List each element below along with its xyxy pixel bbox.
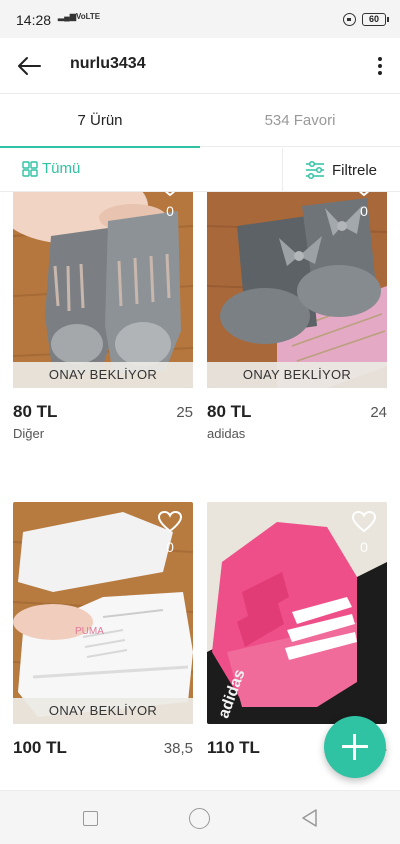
like-count: 0 [166,539,174,555]
like-count: 0 [360,539,368,555]
heart-icon [351,510,377,533]
more-vert-icon [378,57,382,75]
grid-icon [22,160,38,177]
like-button[interactable]: 0 [157,192,183,219]
heart-icon [358,192,370,197]
product-size: 38,5 [163,740,193,757]
all-button[interactable]: Tümü [22,160,80,177]
puma-logo: PUMA [75,626,104,637]
status-badge: ONAY BEKLİYOR [207,362,387,388]
status-time: 14:28 [16,12,52,28]
filter-button[interactable]: Filtrele [305,160,377,180]
all-label: Tümü [42,160,81,177]
network-label: VoLTE [75,12,101,21]
sliders-icon [306,160,324,180]
product-card[interactable]: 0 ONAY BEKLİYOR 80 TL 25 Diğer [13,192,193,441]
arrow-left-icon [18,57,41,75]
product-price: 80 TL [207,402,252,421]
heart-icon [164,192,176,197]
status-bar: 14:28 ▂▄▆VoLTE 60 [0,0,400,38]
filter-divider [282,148,283,192]
like-count: 0 [360,203,368,219]
product-price: 80 TL [13,402,58,421]
page-title: nurlu3434 [70,55,146,72]
network-icon: ▂▄▆VoLTE [58,12,101,21]
more-options-button[interactable] [370,50,390,82]
recent-apps-button[interactable] [83,811,98,826]
product-image[interactable]: 0 ONAY BEKLİYOR [13,192,193,388]
nav-back-button[interactable] [300,808,320,828]
system-nav-bar [0,790,400,844]
product-info: 80 TL 25 Diğer [13,388,193,441]
product-info: 80 TL 24 adidas [207,388,387,441]
product-brand: adidas [207,426,246,441]
product-image[interactable]: 0 ONAY BEKLİYOR [207,192,387,388]
tab-products[interactable]: 7 Ürün [0,95,200,148]
like-button[interactable]: 0 [351,510,377,555]
product-photo [207,192,387,388]
app-header: nurlu3434 [0,38,400,94]
product-size: 24 [370,404,387,421]
product-info: 100 TL 38,5 [13,724,193,776]
product-price: 100 TL [13,738,67,757]
product-image[interactable]: PUMA 0 ONAY BEKLİYOR [13,502,193,724]
like-count: 0 [166,203,174,219]
home-button[interactable] [189,808,210,829]
like-button[interactable]: 0 [351,192,377,219]
lock-icon [343,12,356,26]
back-button[interactable] [14,50,46,82]
filter-bar: Tümü Filtrele [0,148,400,192]
add-product-button[interactable] [324,716,386,778]
product-size: 25 [176,404,193,421]
product-photo [13,192,193,388]
product-grid: 0 ONAY BEKLİYOR 80 TL 25 Diğer 0 ONAY BE… [0,192,400,790]
battery-icon: 60 [362,12,389,26]
product-card[interactable]: 0 ONAY BEKLİYOR 80 TL 24 adidas [207,192,387,441]
status-badge: ONAY BEKLİYOR [13,362,193,388]
product-brand: Diğer [13,426,45,441]
product-card[interactable]: PUMA 0 ONAY BEKLİYOR 100 TL 38,5 [13,502,193,776]
like-button[interactable]: 0 [157,510,183,555]
profile-tabs: 7 Ürün 534 Favori [0,95,400,148]
product-image[interactable]: s adidas 0 [207,502,387,724]
tab-favorites[interactable]: 534 Favori [200,95,400,147]
product-price: 110 TL [207,738,260,757]
heart-icon [157,510,183,533]
status-badge: ONAY BEKLİYOR [13,698,193,724]
filter-label: Filtrele [332,161,378,179]
